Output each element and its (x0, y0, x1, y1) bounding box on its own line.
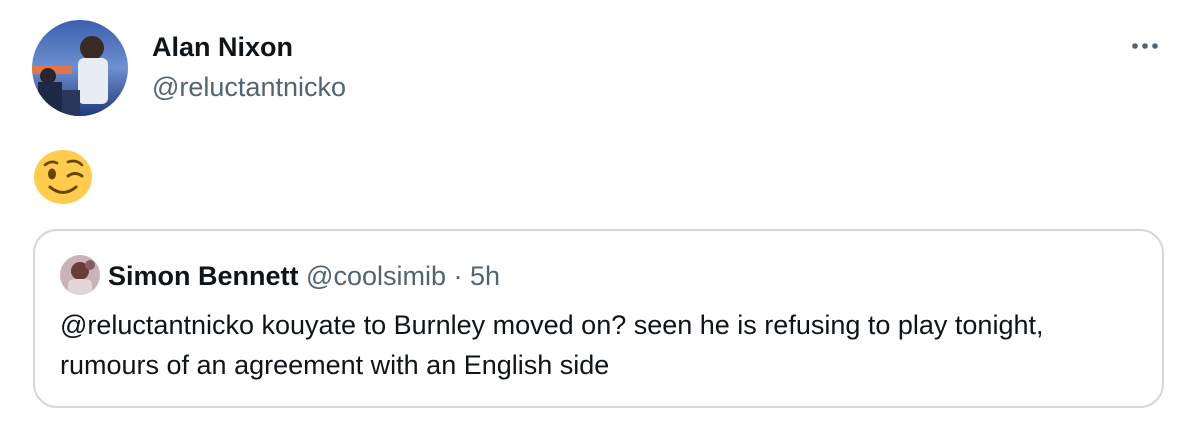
quoted-author-display-name[interactable]: Simon Bennett (108, 261, 299, 291)
quoted-tweet-header: Simon Bennett @coolsimib · 5h (108, 259, 500, 293)
meta-separator: · (453, 261, 463, 291)
quoted-tweet-text: @reluctantnicko kouyate to Burnley moved… (60, 310, 1044, 380)
quoted-author-handle[interactable]: @coolsimib (306, 261, 446, 291)
quoted-timestamp[interactable]: 5h (470, 261, 500, 291)
author-avatar[interactable] (32, 20, 128, 116)
more-options-icon[interactable] (1127, 36, 1163, 56)
author-display-name[interactable]: Alan Nixon (152, 30, 293, 64)
author-handle[interactable]: @reluctantnicko (152, 70, 346, 104)
winking-face-emoji (33, 149, 93, 205)
quoted-tweet[interactable]: Simon Bennett @coolsimib · 5h @reluctant… (33, 229, 1164, 408)
quoted-author-avatar[interactable] (60, 255, 100, 295)
tweet-card: Alan Nixon @reluctantnicko Simon Bennett… (0, 0, 1204, 432)
